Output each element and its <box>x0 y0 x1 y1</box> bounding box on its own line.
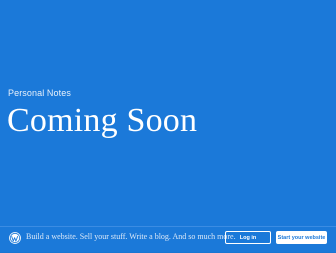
wordpress-logo-icon[interactable] <box>9 231 21 244</box>
login-button[interactable]: Log in <box>225 231 271 244</box>
site-title: Personal Notes <box>8 88 71 98</box>
coming-soon-page: Personal Notes Coming Soon Build a websi… <box>0 0 336 252</box>
start-website-button[interactable]: Start your website <box>276 231 327 244</box>
footer-bar: Build a website. Sell your stuff. Write … <box>0 226 336 253</box>
coming-soon-headline: Coming Soon <box>7 102 198 139</box>
footer-tagline: Build a website. Sell your stuff. Write … <box>26 232 236 241</box>
